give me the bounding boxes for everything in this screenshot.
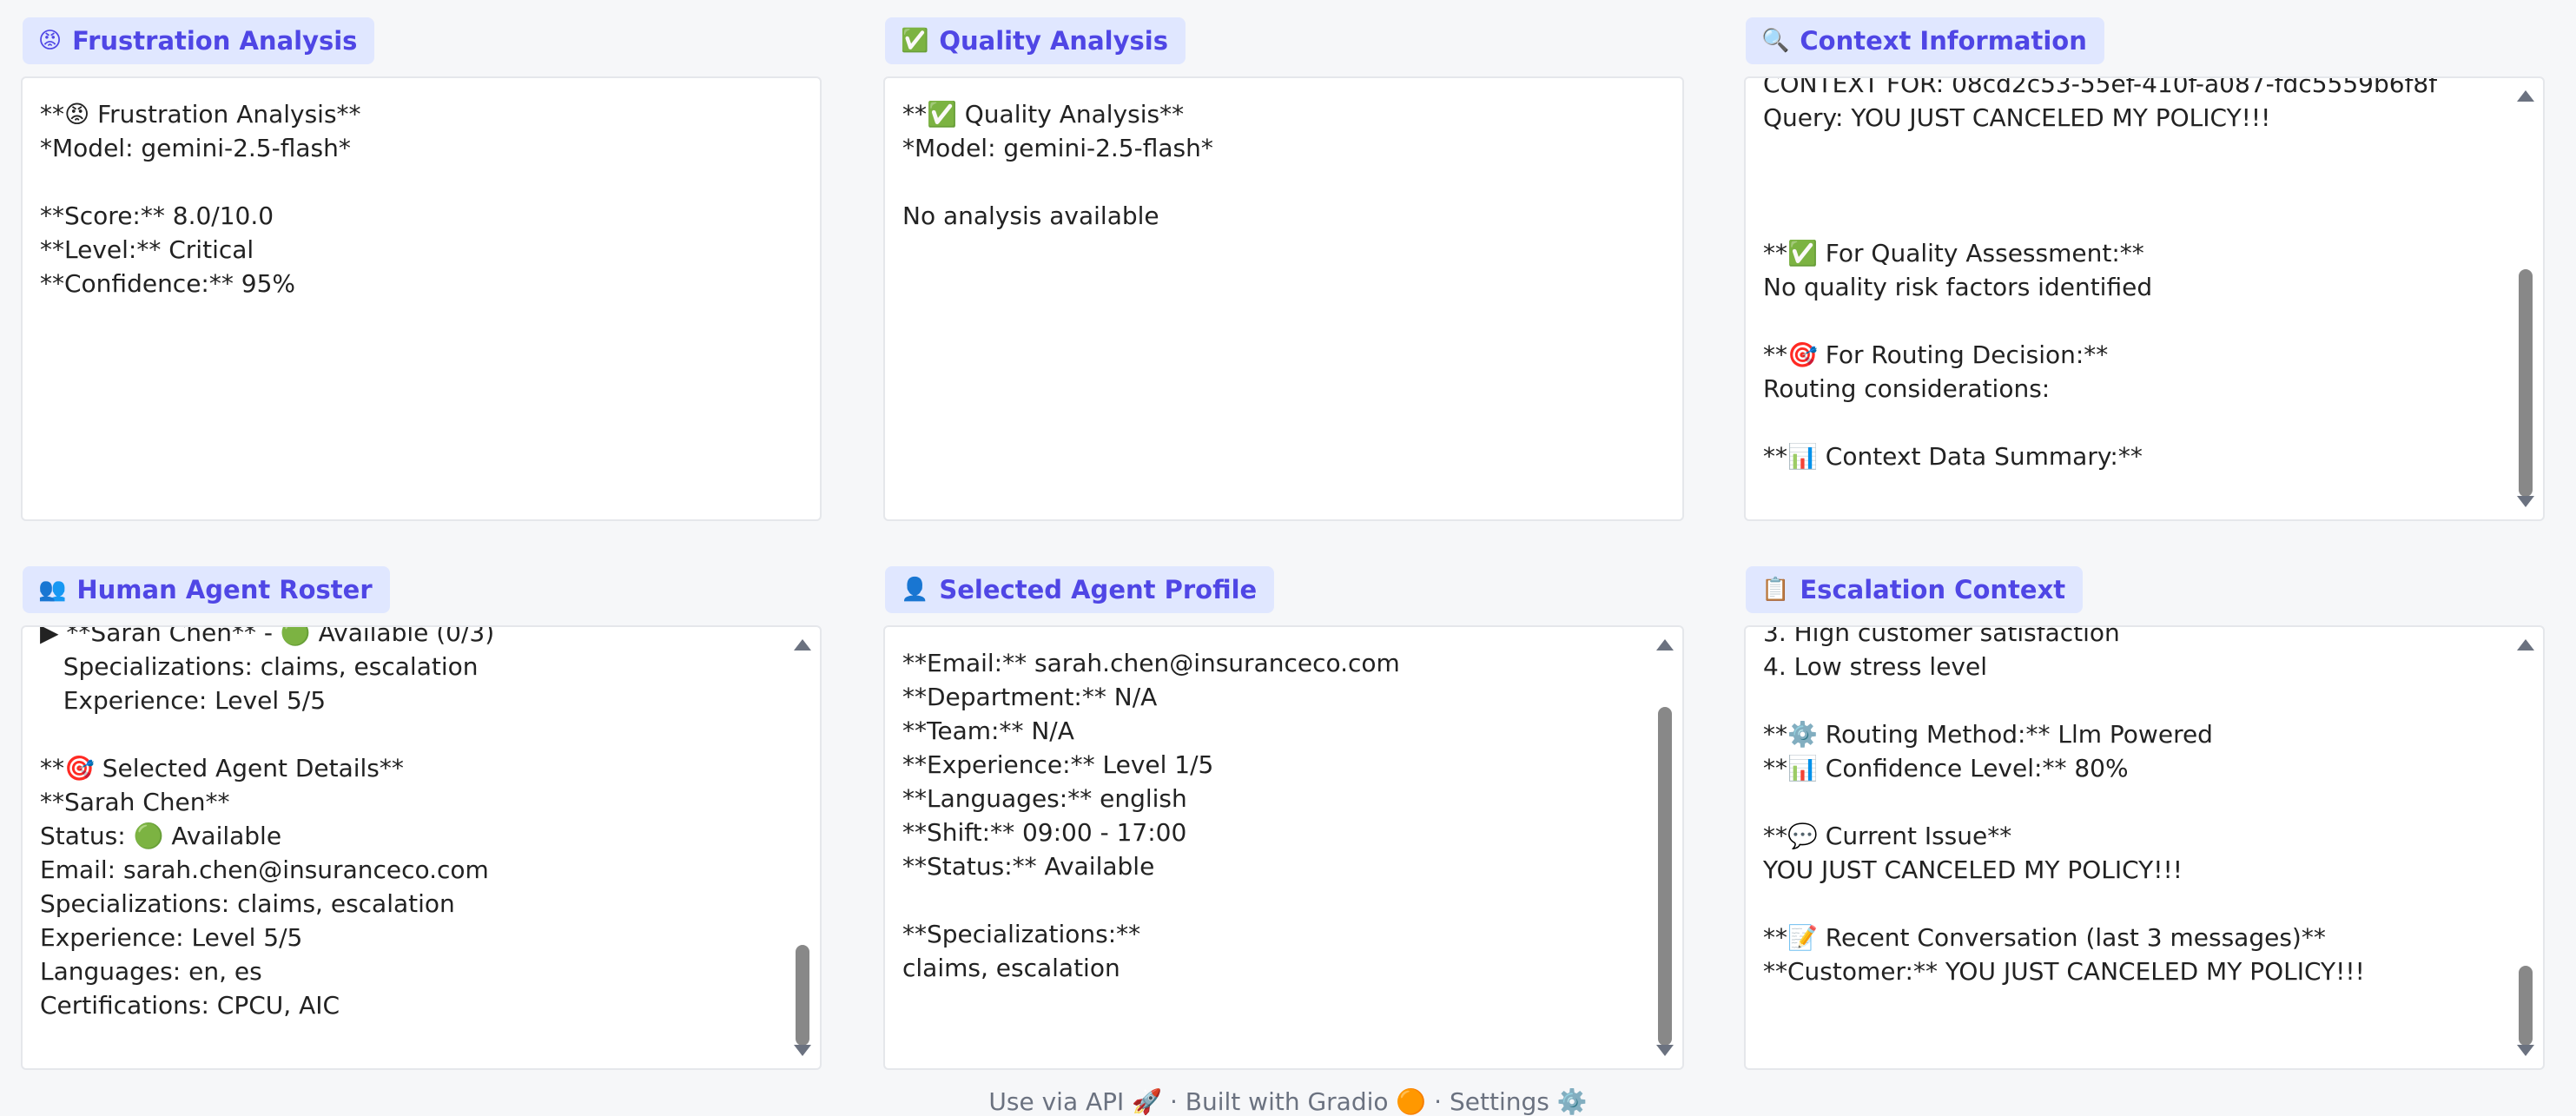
scroll-up-arrow-icon[interactable] bbox=[1656, 639, 1674, 650]
quality-analysis-textbox[interactable]: **✅ Quality Analysis** *Model: gemini-2.… bbox=[883, 76, 1684, 521]
frustration-analysis-panel: 😡 Frustration Analysis **😡 Frustration A… bbox=[21, 17, 822, 521]
selected-agent-profile-panel: 👤 Selected Agent Profile **Email:** sara… bbox=[883, 566, 1684, 1070]
person-icon: 👤 bbox=[901, 577, 929, 603]
check-mark-icon: ✅ bbox=[901, 28, 929, 54]
selected-agent-profile-label: 👤 Selected Agent Profile bbox=[885, 566, 1275, 613]
frustration-analysis-content: **😡 Frustration Analysis** *Model: gemin… bbox=[40, 100, 361, 298]
escalation-context-panel: 📋 Escalation Context 3. High customer sa… bbox=[1744, 566, 2545, 1070]
scrollbar-thumb[interactable] bbox=[1658, 707, 1672, 1046]
human-agent-roster-label: 👥 Human Agent Roster bbox=[23, 566, 390, 613]
selected-agent-profile-title: Selected Agent Profile bbox=[939, 575, 1258, 604]
scroll-down-arrow-icon[interactable] bbox=[2517, 496, 2534, 507]
footer-links[interactable]: Use via API 🚀 · Built with Gradio 🟠 · Se… bbox=[0, 1087, 2576, 1116]
quality-analysis-panel: ✅ Quality Analysis **✅ Quality Analysis*… bbox=[883, 17, 1684, 521]
context-information-panel: 🔍 Context Information CONTEXT FOR: 08cd2… bbox=[1744, 17, 2545, 521]
context-information-title: Context Information bbox=[1800, 26, 2087, 56]
scroll-down-arrow-icon[interactable] bbox=[794, 1045, 811, 1056]
clipboard-icon: 📋 bbox=[1761, 577, 1790, 603]
context-information-label: 🔍 Context Information bbox=[1746, 17, 2104, 64]
frustration-analysis-label: 😡 Frustration Analysis bbox=[23, 17, 375, 64]
frustration-analysis-title: Frustration Analysis bbox=[72, 26, 358, 56]
angry-face-icon: 😡 bbox=[38, 28, 63, 54]
scrollbar-thumb[interactable] bbox=[2519, 966, 2533, 1046]
scrollbar-thumb[interactable] bbox=[2519, 269, 2533, 497]
context-information-content: CONTEXT FOR: 08cd2c53-55ef-410f-a087-fdc… bbox=[1763, 76, 2438, 471]
selected-agent-profile-content: **Email:** sarah.chen@insuranceco.com **… bbox=[902, 649, 1400, 982]
scroll-up-arrow-icon[interactable] bbox=[2517, 639, 2534, 650]
people-icon: 👥 bbox=[38, 577, 67, 603]
scroll-down-arrow-icon[interactable] bbox=[2517, 1045, 2534, 1056]
human-agent-roster-title: Human Agent Roster bbox=[76, 575, 373, 604]
scroll-up-arrow-icon[interactable] bbox=[794, 639, 811, 650]
selected-agent-profile-textbox[interactable]: **Email:** sarah.chen@insuranceco.com **… bbox=[883, 625, 1684, 1070]
scroll-down-arrow-icon[interactable] bbox=[1656, 1045, 1674, 1056]
frustration-analysis-textbox[interactable]: **😡 Frustration Analysis** *Model: gemin… bbox=[21, 76, 822, 521]
magnifier-icon: 🔍 bbox=[1761, 28, 1790, 54]
human-agent-roster-textbox[interactable]: ▶ **Sarah Chen** - 🟢 Available (0/3) Spe… bbox=[21, 625, 822, 1070]
human-agent-roster-panel: 👥 Human Agent Roster ▶ **Sarah Chen** - … bbox=[21, 566, 822, 1070]
context-information-textbox[interactable]: CONTEXT FOR: 08cd2c53-55ef-410f-a087-fdc… bbox=[1744, 76, 2545, 521]
human-agent-roster-content: ▶ **Sarah Chen** - 🟢 Available (0/3) Spe… bbox=[40, 625, 495, 1020]
escalation-context-label: 📋 Escalation Context bbox=[1746, 566, 2084, 613]
scrollbar-thumb[interactable] bbox=[796, 945, 809, 1046]
escalation-context-title: Escalation Context bbox=[1800, 575, 2066, 604]
quality-analysis-label: ✅ Quality Analysis bbox=[885, 17, 1186, 64]
quality-analysis-title: Quality Analysis bbox=[939, 26, 1168, 56]
escalation-context-content: 3. High customer satisfaction 4. Low str… bbox=[1763, 625, 2365, 986]
quality-analysis-content: **✅ Quality Analysis** *Model: gemini-2.… bbox=[902, 100, 1213, 230]
escalation-context-textbox[interactable]: 3. High customer satisfaction 4. Low str… bbox=[1744, 625, 2545, 1070]
scroll-up-arrow-icon[interactable] bbox=[2517, 90, 2534, 102]
